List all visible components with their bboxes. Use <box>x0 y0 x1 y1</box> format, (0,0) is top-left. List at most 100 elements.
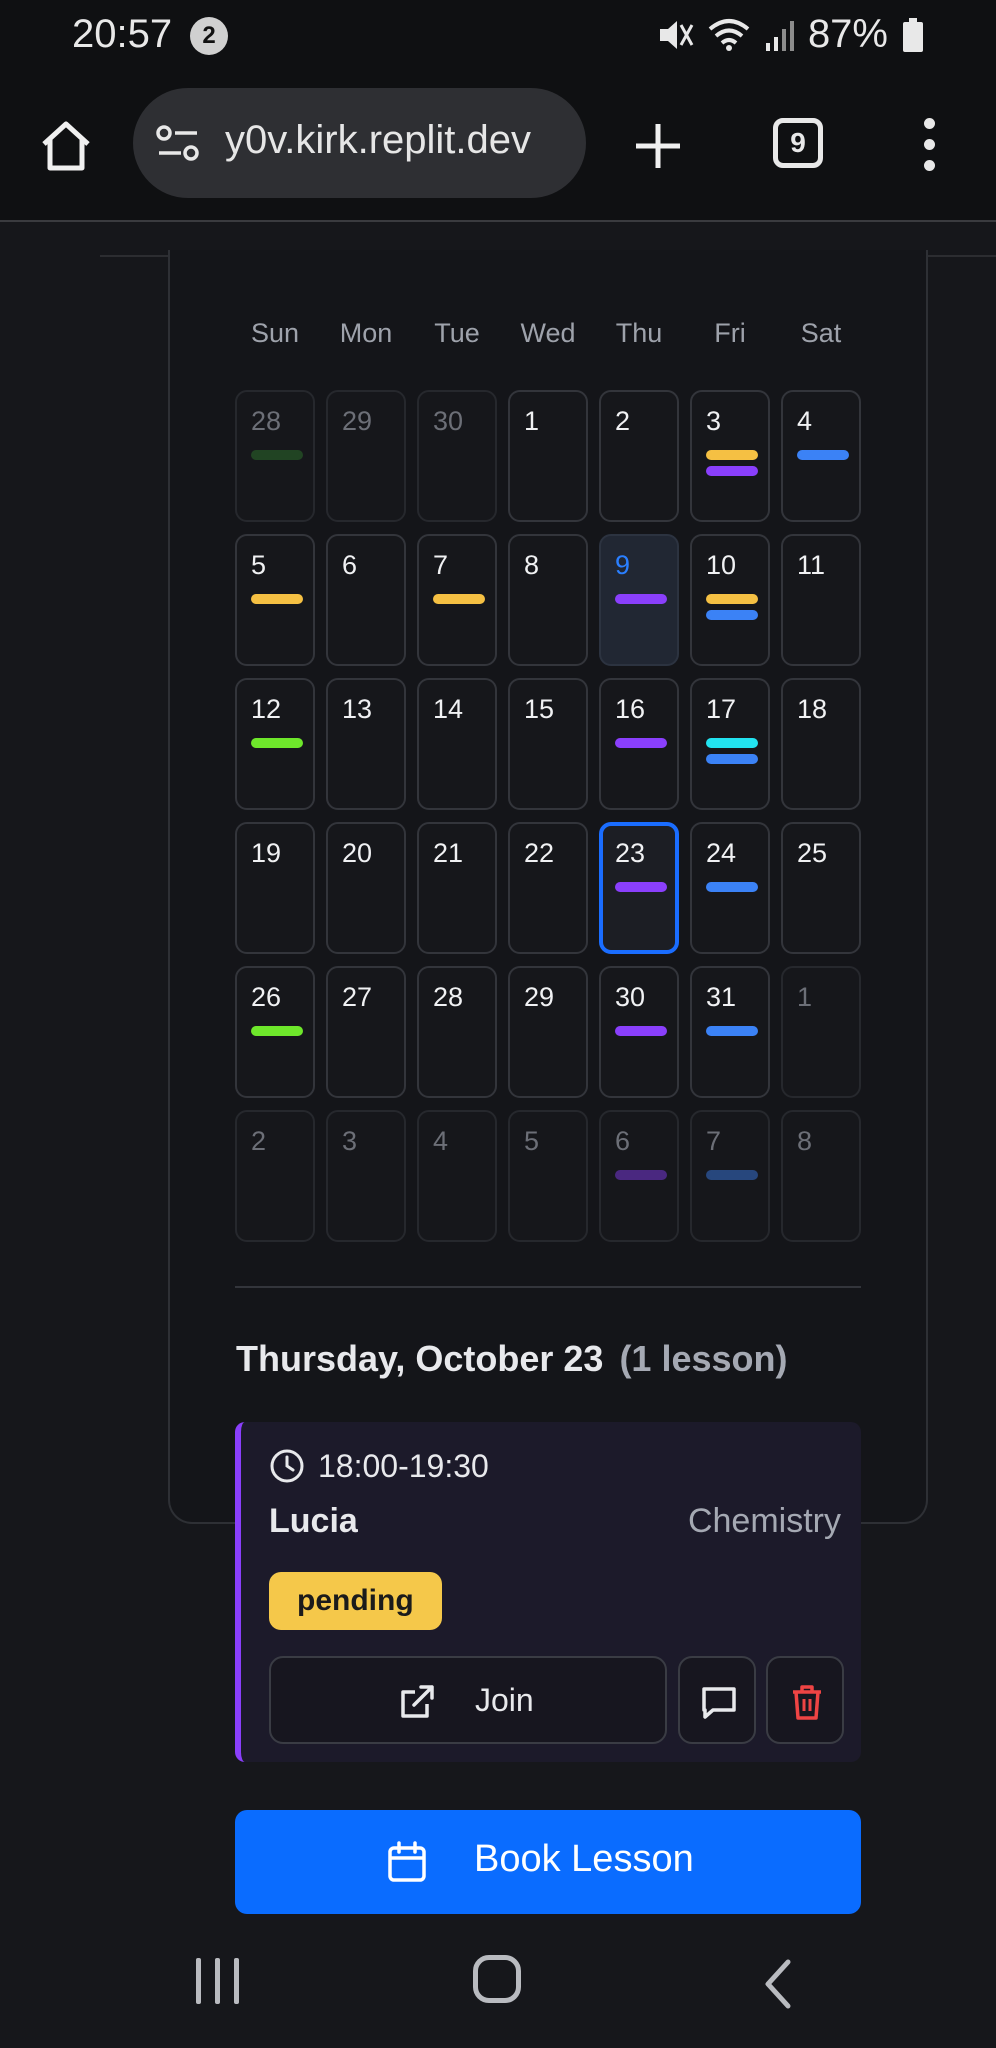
calendar-day-cell[interactable]: 26 <box>235 966 315 1098</box>
day-number: 17 <box>706 694 737 724</box>
day-number: 26 <box>251 982 282 1012</box>
tab-switcher-button[interactable]: 9 <box>773 118 823 168</box>
weekday-label: Sun <box>250 318 300 348</box>
calendar-day-cell[interactable]: 22 <box>508 822 588 954</box>
calendar-day-cell[interactable]: 15 <box>508 678 588 810</box>
calendar-day-cell[interactable]: 19 <box>235 822 315 954</box>
day-number: 29 <box>524 982 555 1012</box>
day-number: 9 <box>615 550 631 580</box>
calendar-day-cell[interactable]: 3 <box>690 390 770 522</box>
system-nav-bar <box>0 1930 996 2048</box>
wifi-icon <box>708 18 750 51</box>
delete-button[interactable] <box>766 1656 844 1744</box>
book-lesson-button[interactable]: Book Lesson <box>235 1810 861 1914</box>
url-text: y0v.kirk.replit.dev <box>225 118 532 162</box>
more-menu-icon[interactable] <box>918 118 940 178</box>
lesson-indicator <box>615 594 667 604</box>
lesson-indicator <box>706 754 758 764</box>
calendar-day-cell[interactable]: 1 <box>508 390 588 522</box>
clock-icon <box>270 1449 304 1483</box>
day-number: 4 <box>433 1126 449 1156</box>
lesson-card[interactable]: 18:00-19:30 Lucia Chemistry pending Join <box>235 1422 861 1762</box>
calendar-day-cell[interactable]: 13 <box>326 678 406 810</box>
calendar-day-cell[interactable]: 8 <box>781 1110 861 1242</box>
home-nav-icon[interactable] <box>473 1955 521 2003</box>
calendar-day-cell[interactable]: 31 <box>690 966 770 1098</box>
calendar-day-cell[interactable]: 30 <box>599 966 679 1098</box>
day-number: 31 <box>706 982 737 1012</box>
calendar-day-cell[interactable]: 28 <box>235 390 315 522</box>
day-number: 30 <box>433 406 464 436</box>
weekday-header: Sun Mon Tue Wed Thu Fri Sat <box>235 318 861 358</box>
calendar-day-cell[interactable]: 12 <box>235 678 315 810</box>
calendar-day-cell[interactable]: 18 <box>781 678 861 810</box>
weekday-label: Sat <box>800 318 842 348</box>
day-number: 22 <box>524 838 555 868</box>
address-bar[interactable]: y0v.kirk.replit.dev <box>133 88 586 198</box>
calendar-day-cell[interactable]: 28 <box>417 966 497 1098</box>
day-number: 16 <box>615 694 646 724</box>
calendar-day-cell[interactable]: 27 <box>326 966 406 1098</box>
back-icon[interactable] <box>760 1958 794 2010</box>
calendar-day-cell[interactable]: 30 <box>417 390 497 522</box>
calendar-day-cell[interactable]: 21 <box>417 822 497 954</box>
calendar-day-cell[interactable]: 5 <box>508 1110 588 1242</box>
calendar-day-cell[interactable]: 11 <box>781 534 861 666</box>
calendar-day-cell[interactable]: 5 <box>235 534 315 666</box>
calendar-day-cell[interactable]: 20 <box>326 822 406 954</box>
calendar-day-cell[interactable]: 29 <box>326 390 406 522</box>
lesson-indicator <box>615 1170 667 1180</box>
calendar-day-cell[interactable]: 6 <box>326 534 406 666</box>
calendar-day-cell[interactable]: 2 <box>235 1110 315 1242</box>
calendar-day-cell[interactable]: 4 <box>417 1110 497 1242</box>
chat-icon <box>702 1687 736 1719</box>
day-number: 5 <box>251 550 267 580</box>
calendar-day-cell[interactable]: 24 <box>690 822 770 954</box>
recents-icon[interactable] <box>196 1958 240 2008</box>
day-number: 11 <box>797 550 826 580</box>
new-tab-icon[interactable] <box>630 118 686 174</box>
lesson-indicator <box>706 882 758 892</box>
join-label: Join <box>475 1682 534 1718</box>
calendar-day-cell[interactable]: 29 <box>508 966 588 1098</box>
day-number: 21 <box>433 838 464 868</box>
calendar-day-cell[interactable]: 7 <box>417 534 497 666</box>
calendar-day-cell[interactable]: 2 <box>599 390 679 522</box>
status-time: 20:57 <box>72 12 173 56</box>
day-number: 13 <box>342 694 373 724</box>
day-number: 28 <box>433 982 464 1012</box>
day-number: 5 <box>524 1126 540 1156</box>
day-number: 3 <box>706 406 722 436</box>
day-number: 8 <box>797 1126 813 1156</box>
calendar-day-cell[interactable]: 25 <box>781 822 861 954</box>
lesson-indicator <box>615 1026 667 1036</box>
calendar-day-cell[interactable]: 6 <box>599 1110 679 1242</box>
site-settings-icon[interactable] <box>155 123 201 163</box>
day-number: 8 <box>524 550 540 580</box>
calendar-day-cell[interactable]: 10 <box>690 534 770 666</box>
day-number: 6 <box>342 550 358 580</box>
day-number: 19 <box>251 838 282 868</box>
calendar-day-cell[interactable]: 4 <box>781 390 861 522</box>
browser-toolbar: y0v.kirk.replit.dev 9 <box>0 70 996 222</box>
lesson-indicator <box>706 1026 758 1036</box>
lesson-indicator <box>615 882 667 892</box>
calendar-day-cell[interactable]: 1 <box>781 966 861 1098</box>
selected-day-title: Thursday, October 23 (1 lesson) <box>236 1338 787 1380</box>
calendar-day-cell[interactable]: 16 <box>599 678 679 810</box>
weekday-label: Wed <box>520 318 576 348</box>
day-number: 29 <box>342 406 373 436</box>
day-number: 18 <box>797 694 828 724</box>
home-icon[interactable] <box>36 116 96 176</box>
calendar-day-cell[interactable]: 9 <box>599 534 679 666</box>
calendar-day-cell[interactable]: 23 <box>599 822 679 954</box>
calendar-day-cell[interactable]: 7 <box>690 1110 770 1242</box>
calendar-day-cell[interactable]: 17 <box>690 678 770 810</box>
calendar-day-cell[interactable]: 8 <box>508 534 588 666</box>
join-button[interactable]: Join <box>269 1656 667 1744</box>
student-name: Lucia <box>269 1502 358 1540</box>
mute-icon <box>659 20 694 49</box>
message-button[interactable] <box>678 1656 756 1744</box>
calendar-day-cell[interactable]: 14 <box>417 678 497 810</box>
calendar-day-cell[interactable]: 3 <box>326 1110 406 1242</box>
